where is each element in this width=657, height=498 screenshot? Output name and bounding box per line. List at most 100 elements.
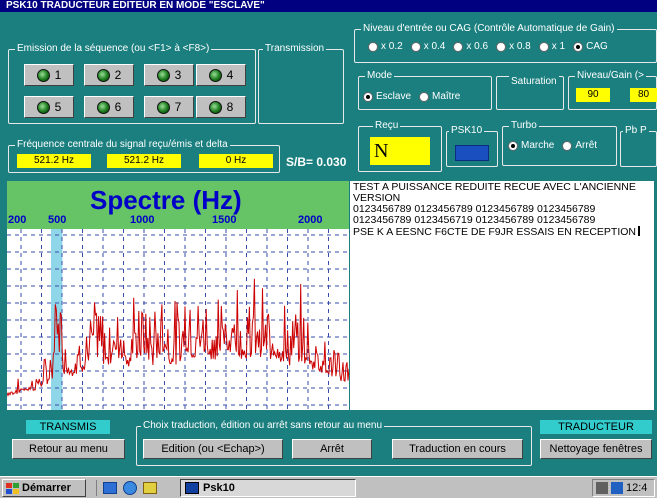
emission-button-label: 1 (54, 68, 62, 82)
emission-button-label: 7 (174, 100, 182, 114)
level-option-label: x 0.8 (509, 41, 531, 52)
radio-icon (419, 91, 430, 102)
spectrum-plot[interactable] (7, 229, 349, 410)
window-title: PSK10 TRADUCTEUR EDITEUR EN MODE "ESCLAV… (0, 0, 657, 12)
transmission-label: Transmission (263, 43, 327, 54)
received-text-line: PSE K A EESNC F6CTE DE F9JR ESSAIS EN RE… (353, 226, 636, 238)
clean-windows-button[interactable]: Nettoyage fenêtres (540, 439, 652, 459)
start-label: Démarrer (22, 482, 71, 494)
level-option-label: x 0.2 (381, 41, 403, 52)
radio-selected-icon (363, 91, 373, 102)
emission-button-1[interactable]: 1 (24, 64, 74, 86)
led-icon (96, 68, 110, 82)
turbo-legend: Turbo (509, 120, 539, 131)
level-option-06[interactable]: x 0.6 (453, 41, 488, 52)
radio-selected-icon (508, 140, 518, 151)
received-text-line: VERSION (353, 193, 401, 204)
transmis-label: TRANSMIS (26, 420, 110, 434)
frequency-emitted: 521.2 Hz (107, 154, 181, 168)
app-icon (185, 482, 199, 494)
turbo-option-marche[interactable]: Marche (508, 140, 554, 151)
emission-button-8[interactable]: 8 (196, 96, 246, 118)
level-option-04[interactable]: x 0.4 (410, 41, 446, 52)
taskbar: Démarrer Psk10 12:4 (0, 476, 657, 498)
mode-option-esclave[interactable]: Esclave (363, 91, 411, 102)
radio-icon (496, 41, 507, 52)
level-option-1[interactable]: x 1 (538, 41, 566, 52)
traducteur-label: TRADUCTEUR (540, 420, 652, 434)
return-menu-button[interactable]: Retour au menu (12, 439, 125, 459)
emission-button-7[interactable]: 7 (144, 96, 194, 118)
emission-button-2[interactable]: 2 (84, 64, 134, 86)
emission-button-label: 2 (114, 68, 122, 82)
frequency-received: 521.2 Hz (17, 154, 91, 168)
radio-icon (410, 41, 421, 52)
received-char: N (370, 137, 430, 165)
tray-icon[interactable] (596, 482, 608, 494)
emission-button-6[interactable]: 6 (84, 96, 134, 118)
spectrum-tick-1000: 1000 (130, 214, 155, 226)
radio-icon (562, 140, 573, 151)
spectrum-tick-1500: 1500 (212, 214, 237, 226)
emission-button-5[interactable]: 5 (24, 96, 74, 118)
system-tray: 12:4 (592, 479, 655, 497)
psk10-indicator (455, 145, 489, 161)
turbo-options: Marche Arrêt (508, 140, 597, 151)
frequency-delta: 0 Hz (199, 154, 273, 168)
stop-button[interactable]: Arrêt (292, 439, 372, 459)
gain-value-1: 90 (576, 88, 610, 102)
turbo-option-label: Marche (521, 140, 555, 151)
mode-legend: Mode (365, 70, 395, 81)
tray-icon[interactable] (611, 482, 623, 494)
frequency-legend: Fréquence centrale du signal reçu/émis e… (15, 139, 230, 150)
input-level-legend: Niveau d'entrée ou CAG (Contrôle Automat… (361, 23, 617, 34)
transmission-panel: Transmission (258, 43, 344, 124)
turbo-option-arret[interactable]: Arrêt (562, 140, 597, 151)
clock: 12:4 (626, 482, 648, 494)
level-option-08[interactable]: x 0.8 (496, 41, 531, 52)
gain-legend: Niveau/Gain (> (575, 70, 646, 81)
received-text-line-last: PSE K A EESNC F6CTE DE F9JR ESSAIS EN RE… (353, 226, 651, 238)
gain-value-2: 80 (630, 88, 657, 102)
emission-button-label: 8 (226, 100, 234, 114)
spectrum-tick-2000: 2000 (298, 214, 323, 226)
level-option-label: x 1 (551, 41, 566, 52)
led-icon (208, 100, 222, 114)
emission-legend: Emission de la séquence (ou <F1> à <F8>) (15, 43, 212, 54)
radio-selected-icon (573, 41, 584, 52)
mode-option-maitre[interactable]: Maître (419, 91, 460, 102)
mode-options: Esclave Maître (363, 91, 460, 102)
taskbar-app-label: Psk10 (203, 482, 235, 494)
spectrum-tick-500: 500 (48, 214, 67, 226)
channels-icon[interactable] (143, 482, 157, 494)
level-option-02[interactable]: x 0.2 (368, 41, 403, 52)
level-option-label: CAG (586, 41, 608, 52)
received-text-pane[interactable]: TEST A PUISSANCE REDUITE RECUE AVEC L'AN… (350, 181, 654, 410)
level-option-cag[interactable]: CAG (573, 41, 608, 52)
led-icon (36, 100, 50, 114)
snr-label: S/B= 0.030 (286, 155, 347, 169)
received-text-line: TEST A PUISSANCE REDUITE RECUE AVEC L'AN… (353, 182, 636, 193)
radio-icon (538, 41, 549, 52)
edition-button[interactable]: Edition (ou <Echap>) (143, 439, 283, 459)
pb-panel: Pb P (620, 125, 657, 167)
emission-button-label: 5 (54, 100, 62, 114)
emission-button-label: 4 (226, 68, 234, 82)
level-option-label: x 0.4 (423, 41, 446, 52)
desktop-icon[interactable] (103, 482, 117, 494)
browser-icon[interactable] (123, 481, 137, 495)
emission-button-4[interactable]: 4 (196, 64, 246, 86)
radio-icon (368, 41, 378, 52)
saturation-label: Saturation (509, 76, 559, 87)
start-button[interactable]: Démarrer (2, 479, 86, 497)
emission-button-3[interactable]: 3 (144, 64, 194, 86)
led-icon (156, 100, 170, 114)
led-icon (36, 68, 50, 82)
saturation-panel: Saturation (496, 76, 564, 110)
emission-button-label: 6 (114, 100, 122, 114)
radio-icon (453, 41, 464, 52)
received-text-line: 0123456789 0123456789 0123456789 0123456… (353, 204, 596, 215)
windows-logo-icon (6, 482, 19, 494)
taskbar-app-psk10[interactable]: Psk10 (180, 479, 356, 497)
translation-button[interactable]: Traduction en cours (392, 439, 523, 459)
